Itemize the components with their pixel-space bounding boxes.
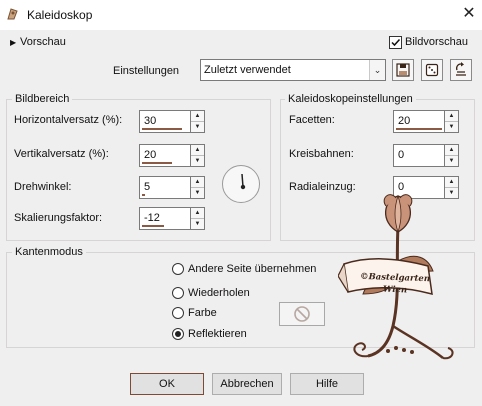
spin-down-icon[interactable]: ▼ — [191, 156, 204, 167]
kantenmodus-title: Kantenmodus — [12, 246, 86, 258]
radio-andere-seite-label[interactable]: Andere Seite übernehmen — [188, 263, 316, 275]
chevron-down-icon: ⌄ — [369, 60, 385, 80]
settings-value: Zuletzt verwendet — [204, 64, 291, 76]
drehwinkel-value: 5 — [144, 181, 151, 193]
radio-wiederholen-label[interactable]: Wiederholen — [188, 287, 250, 299]
spin-up-icon[interactable]: ▲ — [445, 111, 458, 122]
facetten-value: 20 — [398, 115, 411, 127]
reset-icon — [455, 62, 466, 76]
spin-up-icon[interactable]: ▲ — [191, 177, 204, 188]
angle-dial[interactable] — [222, 165, 260, 203]
spin-up-icon[interactable]: ▲ — [191, 111, 204, 122]
spin-up-icon[interactable]: ▲ — [191, 145, 204, 156]
skalierungsfaktor-value: -12 — [144, 212, 160, 224]
drehwinkel-spinner[interactable]: 5 ▲ ▼ — [139, 176, 205, 199]
radio-farbe[interactable] — [172, 307, 184, 319]
kreisbahnen-value: 0 — [398, 149, 405, 161]
save-icon — [396, 63, 410, 77]
app-icon — [6, 7, 20, 21]
angle-pointer-icon — [240, 173, 246, 190]
spin-down-icon[interactable]: ▼ — [445, 156, 458, 167]
spin-up-icon[interactable]: ▲ — [191, 208, 204, 219]
skalierungsfaktor-label: Skalierungsfaktor: — [14, 212, 103, 224]
radio-reflektieren-label[interactable]: Reflektieren — [188, 328, 247, 340]
disabled-icon — [294, 306, 310, 322]
facetten-spinner[interactable]: 20 ▲ ▼ — [393, 110, 459, 133]
skalierungsfaktor-spinner[interactable]: -12 ▲ ▼ — [139, 207, 205, 230]
vertikalversatz-spinner[interactable]: 20 ▲ ▼ — [139, 144, 205, 167]
bildbereich-title: Bildbereich — [12, 93, 73, 105]
reset-settings-button[interactable] — [450, 59, 472, 81]
radio-farbe-label[interactable]: Farbe — [188, 307, 217, 319]
preview-toggle[interactable]: Vorschau — [20, 36, 66, 48]
check-icon — [391, 38, 401, 47]
radio-wiederholen[interactable] — [172, 287, 184, 299]
vertikalversatz-value: 20 — [144, 149, 157, 161]
vertikalversatz-label: Vertikalversatz (%): — [14, 148, 109, 160]
radio-reflektieren[interactable] — [172, 328, 184, 340]
cancel-button[interactable]: Abbrechen — [212, 373, 282, 395]
spin-up-icon[interactable]: ▲ — [445, 145, 458, 156]
help-button[interactable]: Hilfe — [290, 373, 364, 395]
kreisbahnen-spinner[interactable]: 0 ▲ ▼ — [393, 144, 459, 167]
expand-arrow-icon[interactable]: ▶ — [10, 38, 16, 47]
horizontalversatz-value: 30 — [144, 115, 157, 127]
horizontalversatz-label: Horizontalversatz (%): — [14, 114, 123, 126]
facetten-label: Facetten: — [289, 114, 335, 126]
ok-button[interactable]: OK — [130, 373, 204, 395]
close-icon[interactable]: ✕ — [459, 4, 479, 24]
horizontalversatz-spinner[interactable]: 30 ▲ ▼ — [139, 110, 205, 133]
bildvorschau-checkbox[interactable] — [389, 36, 402, 49]
spin-down-icon[interactable]: ▼ — [191, 188, 204, 199]
settings-label: Einstellungen — [113, 65, 180, 77]
settings-dropdown[interactable]: Zuletzt verwendet ⌄ — [200, 59, 386, 81]
window-title: Kaleidoskop — [27, 8, 93, 22]
spin-down-icon[interactable]: ▼ — [445, 122, 458, 133]
drehwinkel-label: Drehwinkel: — [14, 181, 72, 193]
spin-down-icon[interactable]: ▼ — [191, 219, 204, 230]
spin-down-icon[interactable]: ▼ — [191, 122, 204, 133]
kaleido-title: Kaleidoskopeinstellungen — [285, 93, 416, 105]
color-swatch[interactable] — [279, 302, 325, 326]
dice-icon — [425, 63, 439, 77]
random-settings-button[interactable] — [421, 59, 443, 81]
bildvorschau-label: Bildvorschau — [405, 36, 468, 48]
kreisbahnen-label: Kreisbahnen: — [289, 148, 354, 160]
radio-andere-seite[interactable] — [172, 263, 184, 275]
save-settings-button[interactable] — [392, 59, 414, 81]
